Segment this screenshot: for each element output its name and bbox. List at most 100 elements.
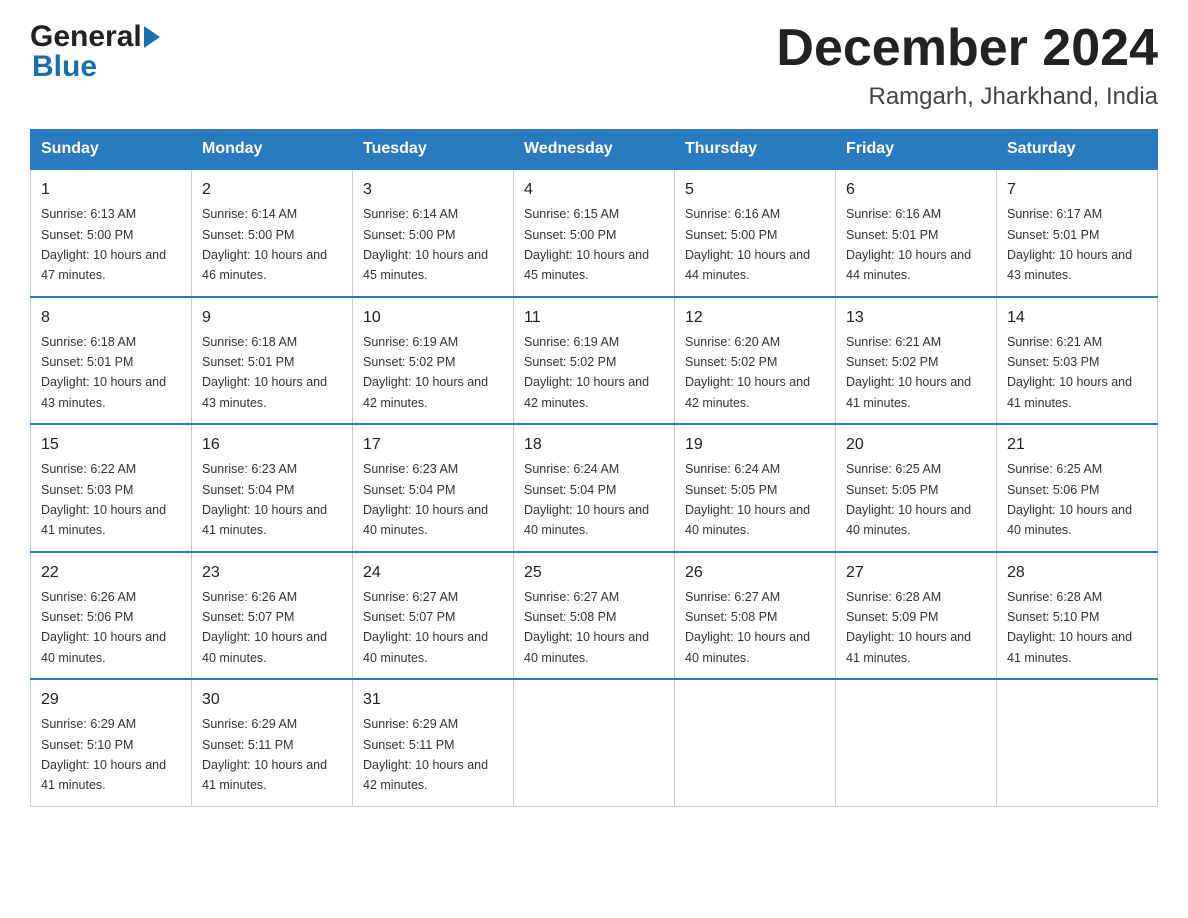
calendar-cell: 8 Sunrise: 6:18 AMSunset: 5:01 PMDayligh… (31, 297, 192, 425)
calendar-week-row: 8 Sunrise: 6:18 AMSunset: 5:01 PMDayligh… (31, 297, 1158, 425)
day-info: Sunrise: 6:15 AMSunset: 5:00 PMDaylight:… (524, 207, 649, 282)
calendar-cell: 14 Sunrise: 6:21 AMSunset: 5:03 PMDaylig… (997, 297, 1158, 425)
day-info: Sunrise: 6:27 AMSunset: 5:07 PMDaylight:… (363, 590, 488, 665)
logo-general-text: General (30, 20, 142, 54)
col-header-monday: Monday (192, 130, 353, 170)
calendar-cell (514, 679, 675, 806)
calendar-cell: 17 Sunrise: 6:23 AMSunset: 5:04 PMDaylig… (353, 424, 514, 552)
day-number: 18 (524, 433, 664, 457)
calendar-cell: 9 Sunrise: 6:18 AMSunset: 5:01 PMDayligh… (192, 297, 353, 425)
calendar-cell: 21 Sunrise: 6:25 AMSunset: 5:06 PMDaylig… (997, 424, 1158, 552)
day-number: 3 (363, 178, 503, 202)
day-info: Sunrise: 6:23 AMSunset: 5:04 PMDaylight:… (363, 462, 488, 537)
calendar-week-row: 22 Sunrise: 6:26 AMSunset: 5:06 PMDaylig… (31, 552, 1158, 680)
logo-arrow-icon (144, 26, 160, 48)
col-header-sunday: Sunday (31, 130, 192, 170)
calendar-table: SundayMondayTuesdayWednesdayThursdayFrid… (30, 129, 1158, 807)
day-number: 20 (846, 433, 986, 457)
day-number: 7 (1007, 178, 1147, 202)
day-number: 17 (363, 433, 503, 457)
day-number: 21 (1007, 433, 1147, 457)
day-number: 19 (685, 433, 825, 457)
day-number: 16 (202, 433, 342, 457)
calendar-cell: 25 Sunrise: 6:27 AMSunset: 5:08 PMDaylig… (514, 552, 675, 680)
day-info: Sunrise: 6:26 AMSunset: 5:07 PMDaylight:… (202, 590, 327, 665)
calendar-cell: 30 Sunrise: 6:29 AMSunset: 5:11 PMDaylig… (192, 679, 353, 806)
day-info: Sunrise: 6:28 AMSunset: 5:09 PMDaylight:… (846, 590, 971, 665)
calendar-cell (675, 679, 836, 806)
col-header-friday: Friday (836, 130, 997, 170)
day-info: Sunrise: 6:14 AMSunset: 5:00 PMDaylight:… (363, 207, 488, 282)
day-number: 22 (41, 561, 181, 585)
day-number: 28 (1007, 561, 1147, 585)
day-info: Sunrise: 6:28 AMSunset: 5:10 PMDaylight:… (1007, 590, 1132, 665)
day-number: 13 (846, 306, 986, 330)
day-info: Sunrise: 6:19 AMSunset: 5:02 PMDaylight:… (524, 335, 649, 410)
calendar-header-row: SundayMondayTuesdayWednesdayThursdayFrid… (31, 130, 1158, 170)
calendar-cell: 1 Sunrise: 6:13 AMSunset: 5:00 PMDayligh… (31, 169, 192, 297)
logo: General Blue (30, 20, 160, 84)
day-number: 9 (202, 306, 342, 330)
day-info: Sunrise: 6:23 AMSunset: 5:04 PMDaylight:… (202, 462, 327, 537)
title-block: December 2024 Ramgarh, Jharkhand, India (776, 20, 1158, 111)
day-info: Sunrise: 6:27 AMSunset: 5:08 PMDaylight:… (685, 590, 810, 665)
calendar-cell: 5 Sunrise: 6:16 AMSunset: 5:00 PMDayligh… (675, 169, 836, 297)
calendar-cell: 11 Sunrise: 6:19 AMSunset: 5:02 PMDaylig… (514, 297, 675, 425)
calendar-cell (836, 679, 997, 806)
day-number: 2 (202, 178, 342, 202)
day-info: Sunrise: 6:24 AMSunset: 5:04 PMDaylight:… (524, 462, 649, 537)
calendar-cell: 10 Sunrise: 6:19 AMSunset: 5:02 PMDaylig… (353, 297, 514, 425)
calendar-cell: 13 Sunrise: 6:21 AMSunset: 5:02 PMDaylig… (836, 297, 997, 425)
day-number: 31 (363, 688, 503, 712)
calendar-cell: 6 Sunrise: 6:16 AMSunset: 5:01 PMDayligh… (836, 169, 997, 297)
day-number: 8 (41, 306, 181, 330)
day-info: Sunrise: 6:29 AMSunset: 5:11 PMDaylight:… (202, 717, 327, 792)
day-number: 26 (685, 561, 825, 585)
calendar-cell: 28 Sunrise: 6:28 AMSunset: 5:10 PMDaylig… (997, 552, 1158, 680)
calendar-cell: 2 Sunrise: 6:14 AMSunset: 5:00 PMDayligh… (192, 169, 353, 297)
day-number: 23 (202, 561, 342, 585)
day-info: Sunrise: 6:21 AMSunset: 5:02 PMDaylight:… (846, 335, 971, 410)
col-header-thursday: Thursday (675, 130, 836, 170)
calendar-cell: 26 Sunrise: 6:27 AMSunset: 5:08 PMDaylig… (675, 552, 836, 680)
calendar-subtitle: Ramgarh, Jharkhand, India (776, 83, 1158, 111)
day-number: 6 (846, 178, 986, 202)
col-header-wednesday: Wednesday (514, 130, 675, 170)
calendar-week-row: 29 Sunrise: 6:29 AMSunset: 5:10 PMDaylig… (31, 679, 1158, 806)
day-info: Sunrise: 6:17 AMSunset: 5:01 PMDaylight:… (1007, 207, 1132, 282)
day-number: 12 (685, 306, 825, 330)
day-info: Sunrise: 6:24 AMSunset: 5:05 PMDaylight:… (685, 462, 810, 537)
day-info: Sunrise: 6:16 AMSunset: 5:01 PMDaylight:… (846, 207, 971, 282)
calendar-cell: 24 Sunrise: 6:27 AMSunset: 5:07 PMDaylig… (353, 552, 514, 680)
col-header-tuesday: Tuesday (353, 130, 514, 170)
day-info: Sunrise: 6:29 AMSunset: 5:10 PMDaylight:… (41, 717, 166, 792)
calendar-cell (997, 679, 1158, 806)
calendar-cell: 7 Sunrise: 6:17 AMSunset: 5:01 PMDayligh… (997, 169, 1158, 297)
calendar-cell: 29 Sunrise: 6:29 AMSunset: 5:10 PMDaylig… (31, 679, 192, 806)
day-number: 27 (846, 561, 986, 585)
calendar-cell: 31 Sunrise: 6:29 AMSunset: 5:11 PMDaylig… (353, 679, 514, 806)
day-number: 25 (524, 561, 664, 585)
day-info: Sunrise: 6:27 AMSunset: 5:08 PMDaylight:… (524, 590, 649, 665)
day-number: 11 (524, 306, 664, 330)
day-number: 10 (363, 306, 503, 330)
day-number: 24 (363, 561, 503, 585)
calendar-cell: 16 Sunrise: 6:23 AMSunset: 5:04 PMDaylig… (192, 424, 353, 552)
calendar-week-row: 1 Sunrise: 6:13 AMSunset: 5:00 PMDayligh… (31, 169, 1158, 297)
day-number: 30 (202, 688, 342, 712)
calendar-cell: 4 Sunrise: 6:15 AMSunset: 5:00 PMDayligh… (514, 169, 675, 297)
day-info: Sunrise: 6:18 AMSunset: 5:01 PMDaylight:… (41, 335, 166, 410)
calendar-cell: 18 Sunrise: 6:24 AMSunset: 5:04 PMDaylig… (514, 424, 675, 552)
calendar-cell: 23 Sunrise: 6:26 AMSunset: 5:07 PMDaylig… (192, 552, 353, 680)
calendar-cell: 15 Sunrise: 6:22 AMSunset: 5:03 PMDaylig… (31, 424, 192, 552)
day-info: Sunrise: 6:21 AMSunset: 5:03 PMDaylight:… (1007, 335, 1132, 410)
day-info: Sunrise: 6:25 AMSunset: 5:05 PMDaylight:… (846, 462, 971, 537)
day-info: Sunrise: 6:19 AMSunset: 5:02 PMDaylight:… (363, 335, 488, 410)
calendar-cell: 12 Sunrise: 6:20 AMSunset: 5:02 PMDaylig… (675, 297, 836, 425)
calendar-week-row: 15 Sunrise: 6:22 AMSunset: 5:03 PMDaylig… (31, 424, 1158, 552)
page-header: General Blue December 2024 Ramgarh, Jhar… (30, 20, 1158, 111)
day-info: Sunrise: 6:13 AMSunset: 5:00 PMDaylight:… (41, 207, 166, 282)
calendar-cell: 3 Sunrise: 6:14 AMSunset: 5:00 PMDayligh… (353, 169, 514, 297)
day-info: Sunrise: 6:20 AMSunset: 5:02 PMDaylight:… (685, 335, 810, 410)
logo-blue-text: Blue (32, 50, 160, 84)
